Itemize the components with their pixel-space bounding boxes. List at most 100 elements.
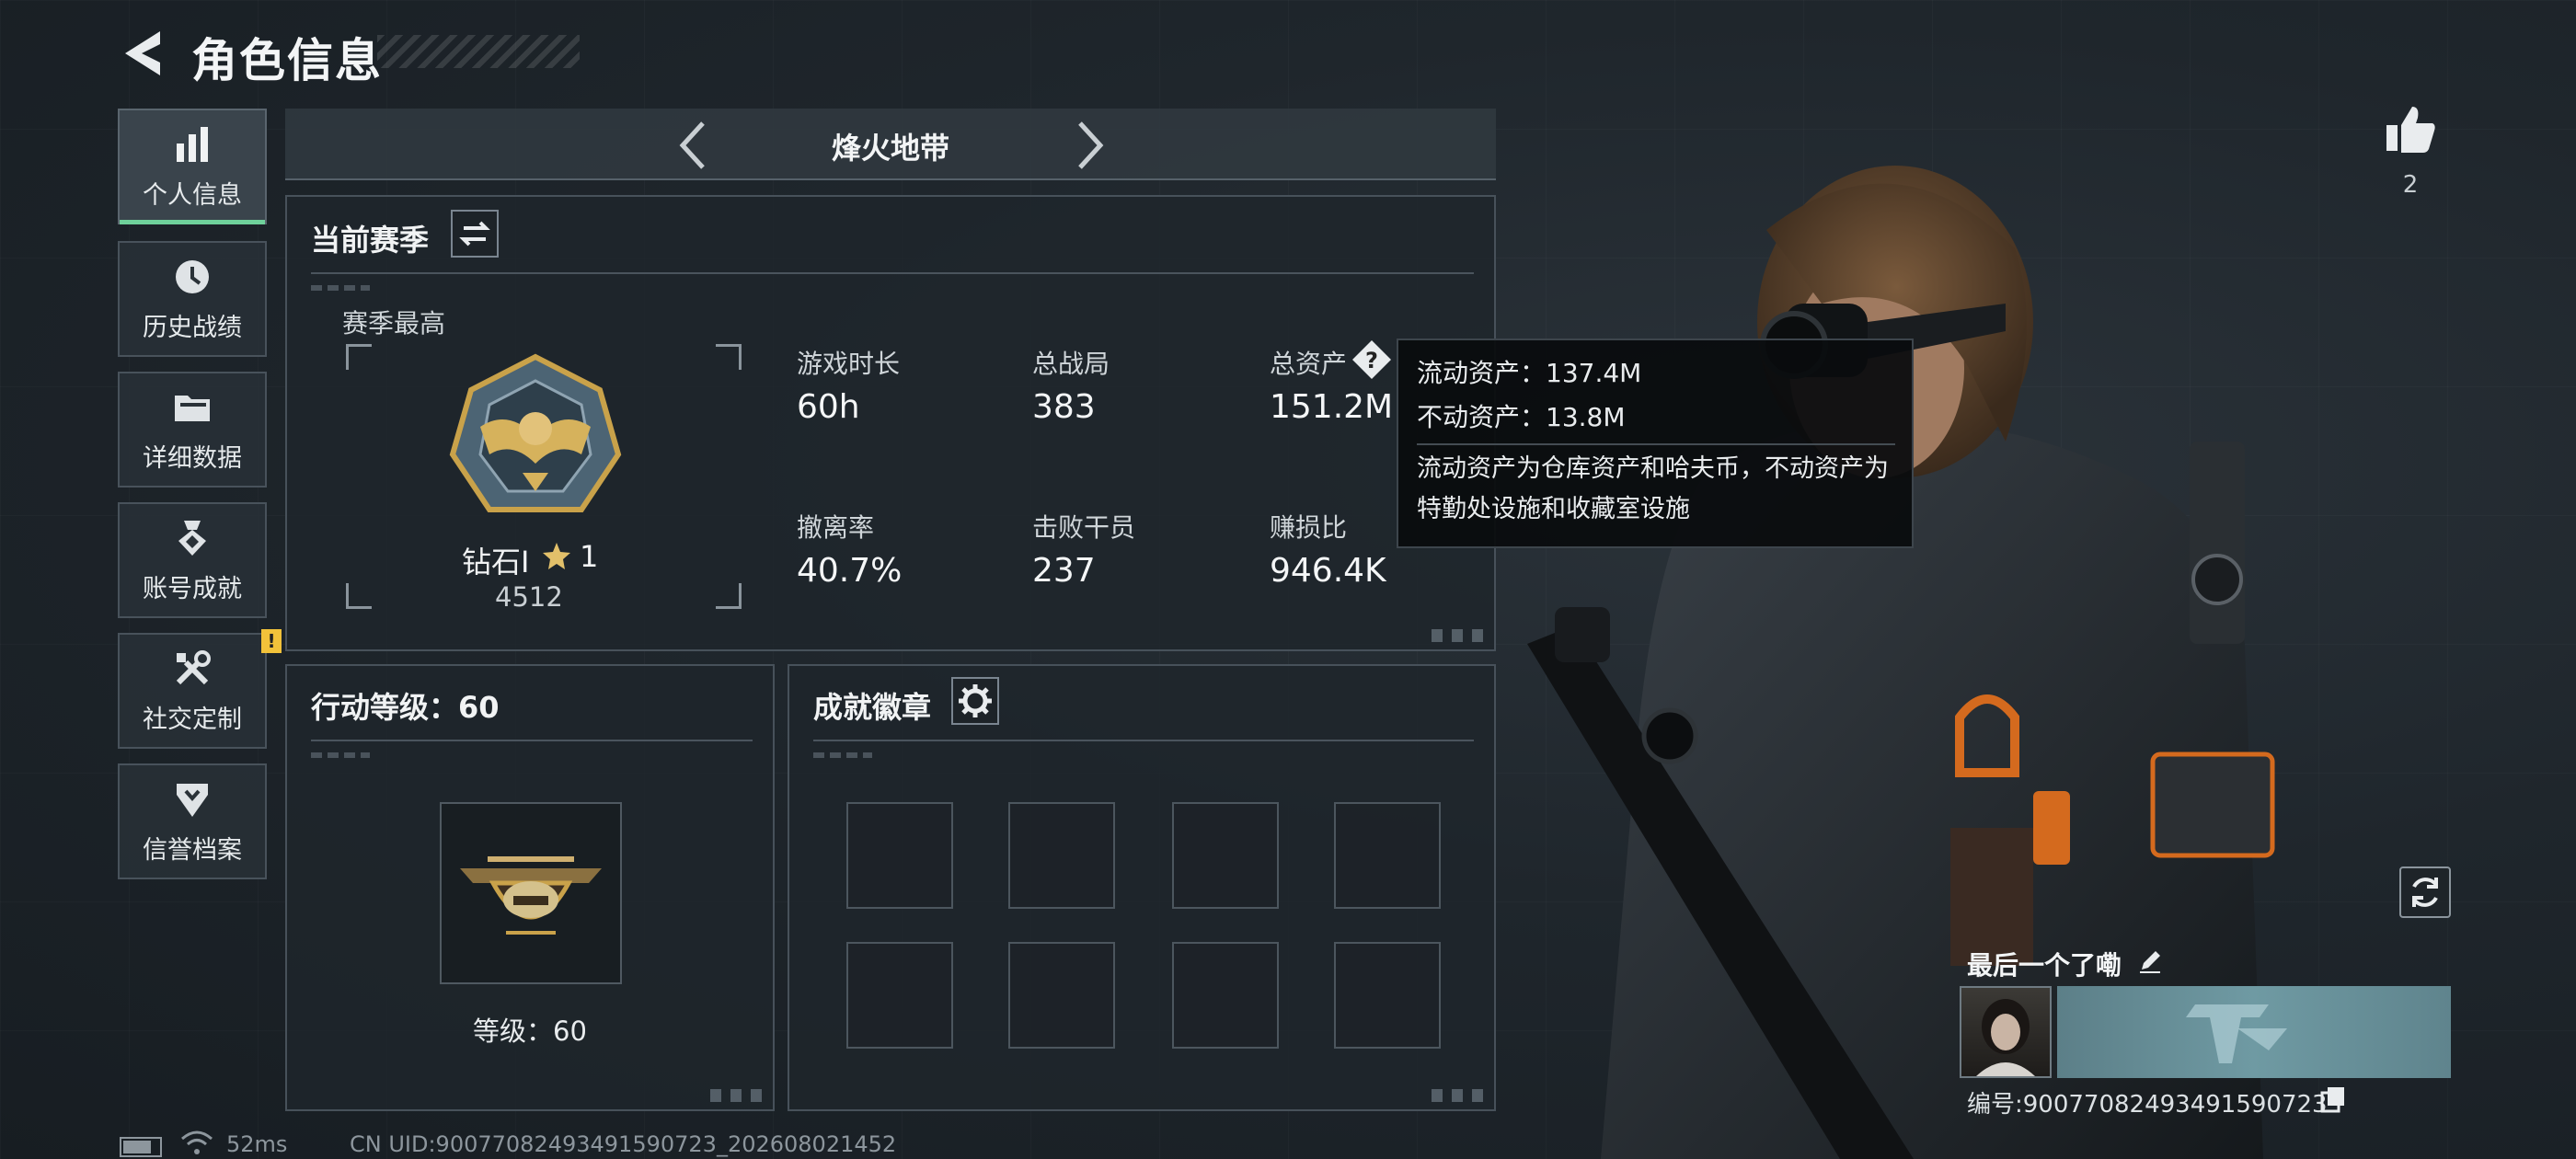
stat-label-total-assets: 总资产 xyxy=(1270,349,1348,379)
sidebar-item-label: 历史战绩 xyxy=(143,313,242,342)
season-panel: 当前赛季 赛季最高 钻石Ⅰ 1 4512 游戏时长 60h 总战局 383 总资… xyxy=(285,195,1496,651)
corner-decoration xyxy=(1432,629,1487,642)
rank-points: 4512 xyxy=(495,581,563,613)
stat-value-profit-ratio: 946.4K xyxy=(1270,552,1386,590)
season-best-label: 赛季最高 xyxy=(342,308,446,339)
stat-value-total-matches: 383 xyxy=(1032,388,1096,426)
tools-icon xyxy=(176,649,211,684)
thumbs-up-icon[interactable] xyxy=(2383,101,2438,156)
level-emblem-frame xyxy=(440,802,622,984)
sidebar-item-history[interactable]: 历史战绩 xyxy=(118,241,267,357)
tooltip-fixed-assets: 不动资产：13.8M xyxy=(1417,402,1626,432)
star-icon xyxy=(543,543,570,569)
stat-value-extract-rate: 40.7% xyxy=(797,552,903,590)
divider xyxy=(311,740,753,741)
stat-value-kills: 237 xyxy=(1032,552,1096,590)
badge-slot[interactable] xyxy=(846,802,953,909)
stat-value-playtime: 60h xyxy=(797,388,860,426)
sidebar-item-label: 信誉档案 xyxy=(143,835,242,865)
mode-title: 烽火地带 xyxy=(831,131,949,166)
season-title: 当前赛季 xyxy=(311,223,430,258)
gear-icon xyxy=(959,684,992,717)
avatar-image xyxy=(1976,999,2035,1076)
edit-icon[interactable] xyxy=(2136,947,2164,975)
rank-name: 钻石Ⅰ xyxy=(462,545,530,580)
svg-text:?: ? xyxy=(1365,348,1378,373)
rank-stars: 1 xyxy=(580,539,599,574)
clock-history-icon xyxy=(176,259,209,293)
title-decoration xyxy=(377,35,580,68)
badge-slot[interactable] xyxy=(1334,942,1441,1049)
corner-decoration xyxy=(1432,1089,1487,1102)
badge-slot[interactable] xyxy=(1008,942,1115,1049)
sidebar-item-label: 账号成就 xyxy=(143,574,242,603)
badge-slot[interactable] xyxy=(1008,802,1115,909)
badge-settings-button[interactable] xyxy=(951,677,999,725)
corner-decoration xyxy=(710,1089,765,1102)
uid-text: CN UID:90077082493491590723_202608021452 xyxy=(350,1131,897,1157)
action-level-panel: 行动等级：60 等级：60 xyxy=(285,664,775,1111)
like-count: 2 xyxy=(2402,171,2419,199)
sidebar-item-label: 个人信息 xyxy=(143,180,242,210)
badge-slot[interactable] xyxy=(846,942,953,1049)
chevron-right-icon[interactable] xyxy=(1065,120,1111,171)
shield-icon xyxy=(177,783,208,817)
assets-tooltip: 流动资产：137.4M 不动资产：13.8M 流动资产为仓库资产和哈夫币，不动资… xyxy=(1397,339,1914,548)
stat-label-kills: 击败干员 xyxy=(1032,512,1136,543)
tooltip-description: 流动资产为仓库资产和哈夫币，不动资产为特勤处设施和收藏室设施 xyxy=(1417,454,1889,523)
stat-value-total-assets: 151.2M xyxy=(1270,388,1394,426)
sidebar-item-achievements[interactable]: 账号成就 xyxy=(118,502,267,618)
action-level-title: 行动等级：60 xyxy=(311,690,500,725)
badge-slot[interactable] xyxy=(1334,802,1441,909)
decoration xyxy=(311,285,370,291)
decoration xyxy=(311,752,370,758)
sidebar-item-detail-data[interactable]: 详细数据 xyxy=(118,372,267,488)
badge-slot[interactable] xyxy=(1172,942,1279,1049)
swap-icon xyxy=(459,221,490,247)
diamond-rank-emblem xyxy=(449,353,622,512)
sidebar-item-label: 社交定制 xyxy=(143,705,242,734)
badges-title: 成就徽章 xyxy=(813,690,932,725)
alert-badge: ! xyxy=(261,629,282,653)
tooltip-divider xyxy=(1417,443,1895,445)
help-icon[interactable]: ? xyxy=(1351,339,1393,381)
back-arrow-icon[interactable] xyxy=(118,26,173,81)
helicopter-emblem xyxy=(460,856,602,935)
sidebar-item-credit-file[interactable]: 信誉档案 xyxy=(118,763,267,879)
decoration xyxy=(813,752,872,758)
divider xyxy=(813,740,1474,741)
stat-label-extract-rate: 撤离率 xyxy=(797,512,875,543)
player-id: 编号:90077082493491590723 xyxy=(1967,1091,2328,1119)
ping-value: 52ms xyxy=(226,1131,288,1157)
badge-slot[interactable] xyxy=(1172,802,1279,909)
swap-button[interactable] xyxy=(451,210,499,258)
tooltip-liquid-assets: 流动资产：137.4M xyxy=(1417,358,1642,388)
refresh-button[interactable] xyxy=(2399,866,2451,918)
wifi-icon xyxy=(181,1130,213,1154)
folder-icon xyxy=(175,395,210,421)
frame-corner xyxy=(346,344,372,370)
player-banner xyxy=(2057,986,2451,1078)
copy-icon[interactable] xyxy=(2320,1085,2346,1113)
refresh-icon xyxy=(2412,878,2438,907)
stat-label-profit-ratio: 赚损比 xyxy=(1270,512,1348,543)
banner-logo xyxy=(2186,1004,2287,1063)
page-title: 角色信息 xyxy=(191,34,383,87)
sidebar-item-social-custom[interactable]: 社交定制 ! xyxy=(118,629,282,749)
avatar[interactable] xyxy=(1960,986,2052,1078)
player-name: 最后一个了嘞 xyxy=(1967,950,2122,981)
battery-icon xyxy=(120,1137,162,1157)
stat-label-total-matches: 总战局 xyxy=(1032,349,1110,379)
divider xyxy=(311,272,1474,274)
sidebar-item-personal-info[interactable]: 个人信息 xyxy=(118,109,267,224)
level-text: 等级：60 xyxy=(473,1016,587,1047)
sidebar-item-label: 详细数据 xyxy=(143,443,242,473)
stat-label-playtime: 游戏时长 xyxy=(797,349,901,379)
bar-chart-icon xyxy=(177,126,208,162)
medal-icon xyxy=(178,520,206,556)
frame-corner xyxy=(346,583,372,609)
frame-corner xyxy=(716,583,742,609)
achievement-badges-panel: 成就徽章 xyxy=(788,664,1496,1111)
mode-selector: 烽火地带 xyxy=(285,109,1496,180)
frame-corner xyxy=(716,344,742,370)
